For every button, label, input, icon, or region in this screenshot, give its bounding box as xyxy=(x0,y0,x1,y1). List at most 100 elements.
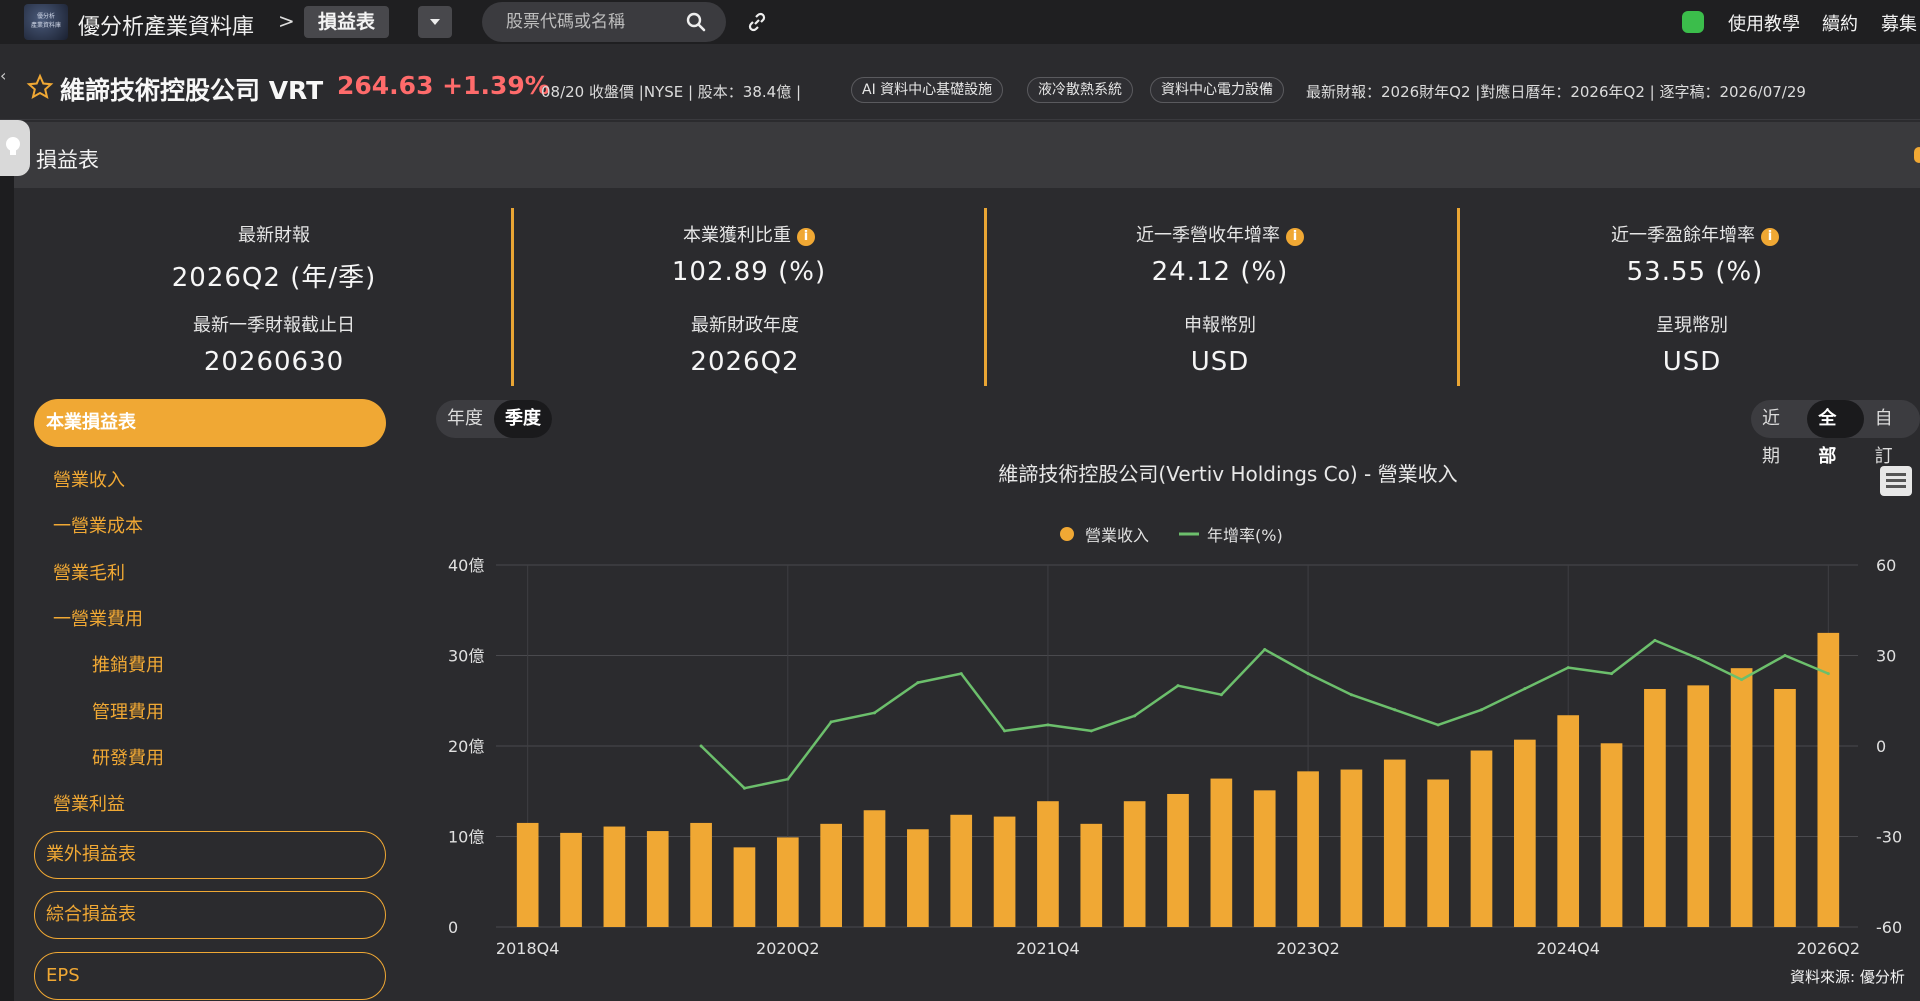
stat-value: 2026Q2 (年/季) xyxy=(171,263,377,293)
stat-value: 53.55 (%) xyxy=(1626,257,1764,287)
growth-point xyxy=(1653,638,1657,642)
toggle-annual[interactable]: 年度 xyxy=(436,400,494,438)
revenue-bar xyxy=(1340,769,1363,927)
industry-tag[interactable]: AI 資料中心基礎設施 xyxy=(851,77,1004,103)
growth-point xyxy=(1783,654,1787,657)
growth-point xyxy=(1306,672,1310,676)
menu-eps[interactable]: EPS xyxy=(34,952,386,1000)
stock-price: 264.63 +1.39% xyxy=(337,71,550,100)
menu-item-admin-expense[interactable]: 管理費用 xyxy=(92,698,164,724)
growth-point xyxy=(1826,672,1830,676)
lightbulb-icon xyxy=(6,137,20,155)
revenue-bar xyxy=(603,826,626,927)
stat-fiscal-year: 最新財政年度 2026Q2 xyxy=(545,311,945,377)
data-source: 資料來源: 優分析 xyxy=(1790,968,1905,986)
menu-non-operating[interactable]: 業外損益表 xyxy=(34,831,386,879)
growth-point xyxy=(1436,723,1440,727)
info-icon[interactable]: i xyxy=(797,228,815,246)
y-tick-right: -60 xyxy=(1876,918,1902,937)
stat-divider xyxy=(511,208,514,386)
growth-point xyxy=(1740,678,1744,682)
search-box[interactable] xyxy=(482,2,726,42)
tutorial-link[interactable]: 使用教學 xyxy=(1728,10,1800,36)
current-page-tab[interactable]: 損益表 xyxy=(304,6,390,38)
y-tick-right: 60 xyxy=(1876,556,1896,575)
range-toggle: 近期 全部 自訂 xyxy=(1751,400,1920,467)
growth-point xyxy=(1566,666,1570,670)
revenue-bar xyxy=(1730,668,1753,927)
stat-value: 24.12 (%) xyxy=(1151,257,1289,287)
menu-operating-income-statement[interactable]: 本業損益表 xyxy=(34,399,386,447)
stat-divider xyxy=(984,208,987,386)
stat-value: 2026Q2 xyxy=(690,347,800,377)
menu-item-operating-expense[interactable]: 一營業費用 xyxy=(53,605,143,631)
stat-label: 申報幣別 xyxy=(1184,315,1256,336)
legend-marker-revenue xyxy=(1060,527,1074,541)
growth-point xyxy=(699,744,703,748)
line-chat-icon[interactable] xyxy=(1682,11,1704,33)
menu-item-gross-profit[interactable]: 營業毛利 xyxy=(53,559,125,585)
stat-label: 最新財報 xyxy=(238,225,310,246)
range-custom[interactable]: 自訂 xyxy=(1864,400,1920,467)
growth-point xyxy=(1479,708,1483,712)
growth-point xyxy=(829,720,833,724)
search-icon[interactable] xyxy=(686,12,706,32)
growth-point xyxy=(1003,729,1007,733)
info-icon[interactable]: i xyxy=(1761,228,1779,246)
revenue-bar xyxy=(1383,759,1406,927)
renew-link[interactable]: 續約 xyxy=(1822,10,1858,36)
revenue-bar xyxy=(1427,779,1449,927)
growth-point xyxy=(1393,708,1397,712)
toggle-quarterly[interactable]: 季度 xyxy=(494,400,552,438)
recruit-link[interactable]: 募集 xyxy=(1881,10,1917,36)
y-tick-right: 30 xyxy=(1876,647,1896,666)
growth-point xyxy=(1219,693,1223,697)
x-tick-label: 2020Q2 xyxy=(756,939,820,958)
menu-item-rd-expense[interactable]: 研發費用 xyxy=(92,744,164,770)
y-tick-left: 10億 xyxy=(448,828,484,847)
revenue-bar xyxy=(993,816,1016,927)
growth-point xyxy=(1133,714,1137,718)
search-input[interactable] xyxy=(506,10,676,34)
collapse-arrow-icon[interactable]: ‹ xyxy=(0,66,12,110)
revenue-bar xyxy=(776,837,799,927)
breadcrumb-home[interactable]: 優分析產業資料庫 xyxy=(78,9,254,41)
range-all[interactable]: 全部 xyxy=(1807,400,1864,467)
link-icon[interactable] xyxy=(746,11,768,33)
scroll-indicator xyxy=(1914,147,1920,163)
report-meta: 最新財報：2026財年Q2 |對應日曆年：2026年Q2 | 逐字稿：2026/… xyxy=(1306,83,1806,101)
stat-label: 呈現幣別 xyxy=(1656,315,1728,336)
growth-point xyxy=(1046,723,1050,727)
info-icon[interactable]: i xyxy=(1286,228,1304,246)
stat-latest-report: 最新財報 2026Q2 (年/季) xyxy=(74,221,474,294)
y-tick-left: 0 xyxy=(448,918,458,937)
legend-label-growth: 年增率(%) xyxy=(1207,526,1283,545)
stat-period-end: 最新一季財報截止日 20260630 xyxy=(74,311,474,377)
menu-item-selling-expense[interactable]: 推銷費用 xyxy=(92,651,164,677)
industry-tag[interactable]: 液冷散熱系統 xyxy=(1027,77,1133,103)
range-recent[interactable]: 近期 xyxy=(1751,400,1807,467)
logo[interactable]: 優分析 產業資料庫 xyxy=(24,4,68,40)
revenue-bar xyxy=(1557,715,1580,927)
growth-point xyxy=(916,681,920,685)
revenue-bar xyxy=(733,847,756,927)
industry-tag[interactable]: 資料中心電力設備 xyxy=(1150,77,1284,103)
x-tick-label: 2021Q4 xyxy=(1016,939,1080,958)
page-dropdown-button[interactable] xyxy=(418,6,452,38)
star-icon[interactable] xyxy=(26,73,54,101)
x-tick-label: 2018Q4 xyxy=(496,939,560,958)
menu-item-operating-profit[interactable]: 營業利益 xyxy=(53,790,125,816)
menu-item-revenue[interactable]: 營業收入 xyxy=(53,466,125,492)
left-edge-bar xyxy=(0,176,14,1001)
y-tick-right: -30 xyxy=(1876,828,1902,847)
revenue-bar xyxy=(1687,685,1710,927)
menu-item-cost[interactable]: 一營業成本 xyxy=(53,512,143,538)
breadcrumb-separator: > xyxy=(278,9,295,33)
menu-comprehensive-income[interactable]: 綜合損益表 xyxy=(34,891,386,939)
y-tick-left: 20億 xyxy=(448,737,484,756)
period-toggle: 年度 季度 xyxy=(436,400,552,438)
growth-point xyxy=(786,777,790,781)
legend-label-revenue: 營業收入 xyxy=(1085,526,1149,545)
stat-core-profit-ratio: 本業獲利比重 i 102.89 (%) xyxy=(549,221,949,287)
stat-value: 102.89 (%) xyxy=(671,257,827,287)
